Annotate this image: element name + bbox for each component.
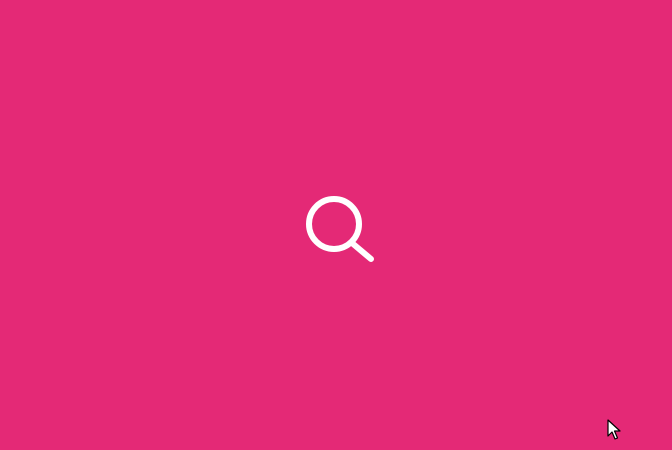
mouse-pointer-icon xyxy=(607,419,621,441)
search-button[interactable] xyxy=(298,190,380,266)
search-splash-screen xyxy=(0,0,672,450)
search-icon xyxy=(298,190,380,266)
